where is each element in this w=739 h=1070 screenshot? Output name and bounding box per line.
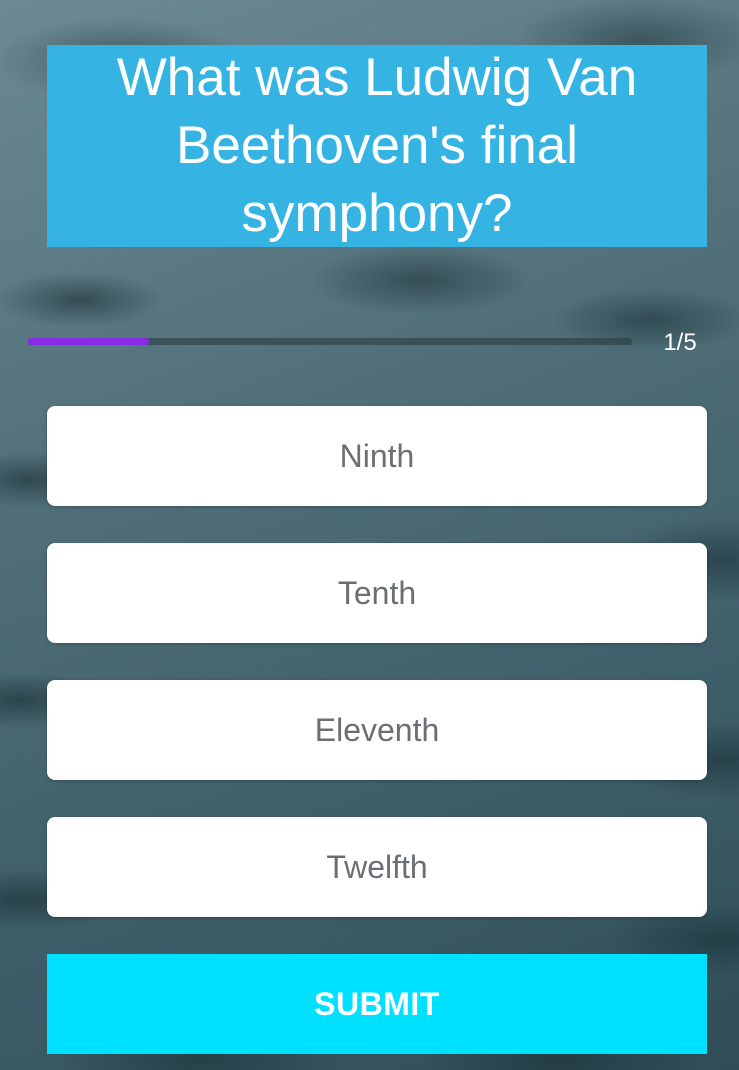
answer-option-3[interactable]: Eleventh [47, 680, 707, 780]
answer-option-4[interactable]: Twelfth [47, 817, 707, 917]
answer-option-label: Eleventh [314, 711, 440, 748]
question-text: What was Ludwig Van Beethoven's final sy… [116, 48, 638, 243]
answer-option-label: Twelfth [326, 848, 428, 885]
progress-bar-fill [28, 338, 149, 345]
answer-option-label: Ninth [339, 437, 415, 474]
question-card: What was Ludwig Van Beethoven's final sy… [47, 45, 707, 247]
submit-button-label: SUBMIT [314, 985, 440, 1022]
answer-option-1[interactable]: Ninth [47, 406, 707, 506]
progress-bar [28, 338, 632, 345]
answer-option-label: Tenth [337, 574, 417, 611]
submit-button[interactable]: SUBMIT [47, 954, 707, 1054]
progress-counter: 1/5 [663, 329, 697, 356]
answer-option-2[interactable]: Tenth [47, 543, 707, 643]
